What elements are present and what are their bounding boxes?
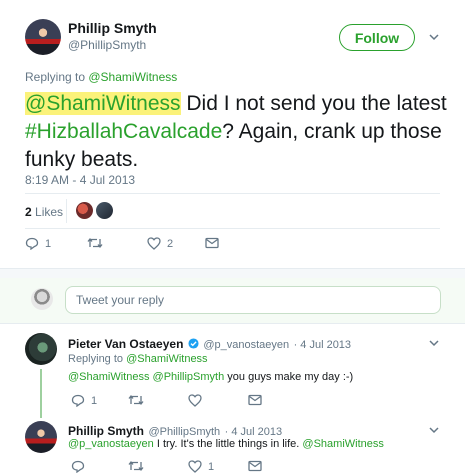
envelope-icon xyxy=(205,237,219,249)
thread-line xyxy=(40,369,42,418)
heart-icon xyxy=(188,394,202,407)
replying-handle-link[interactable]: @ShamiWitness xyxy=(88,70,177,84)
like-count: 2 xyxy=(167,237,174,250)
envelope-icon xyxy=(248,460,262,472)
tweet-text-part2: ? Again, crank up those xyxy=(222,120,442,143)
reply-author-name[interactable]: Phillip Smyth xyxy=(68,424,144,438)
liker-avatar[interactable] xyxy=(96,202,113,219)
reply-text-body: I try. It's the little things in life. xyxy=(153,438,303,450)
reply-icon xyxy=(25,237,39,250)
retweet-icon xyxy=(87,237,103,249)
dm-action[interactable] xyxy=(248,394,262,406)
reply-author-avatar[interactable] xyxy=(25,333,57,365)
reply-action[interactable]: 1 xyxy=(25,237,51,250)
current-user-avatar xyxy=(31,288,53,310)
retweet-action[interactable] xyxy=(128,394,144,406)
replying-handle-link[interactable]: @ShamiWitness xyxy=(126,353,207,365)
mention-link[interactable]: @ShamiWitness xyxy=(68,371,149,383)
replying-to: Replying to @ShamiWitness xyxy=(25,70,177,84)
author-handle[interactable]: @PhillipSmyth xyxy=(68,38,146,52)
like-action[interactable]: 1 xyxy=(188,460,214,473)
likes-label: Likes xyxy=(31,205,64,219)
chevron-down-icon[interactable] xyxy=(429,426,439,434)
tweet-text-part3: funky beats. xyxy=(25,148,139,171)
mention-link[interactable]: @ShamiWitness xyxy=(302,438,383,450)
chevron-down-icon[interactable] xyxy=(429,339,439,347)
tweet-timestamp[interactable]: 8:19 AM - 4 Jul 2013 xyxy=(25,173,135,187)
reply-author-handle[interactable]: @PhillipSmyth xyxy=(148,426,220,438)
dm-action[interactable] xyxy=(205,237,219,249)
tweet-text-part1: Did I not send you the latest xyxy=(180,92,447,115)
replying-prefix: Replying to xyxy=(68,353,127,365)
reply-count: 1 xyxy=(91,394,98,407)
like-count: 1 xyxy=(208,460,215,473)
mention-link[interactable]: @PhillipSmyth xyxy=(153,371,225,383)
reply-input[interactable]: Tweet your reply xyxy=(65,286,441,314)
reply-text-body: you guys make my day :-) xyxy=(224,371,354,383)
verified-badge-icon xyxy=(188,338,199,349)
heart-icon xyxy=(147,237,161,250)
follow-button[interactable]: Follow xyxy=(339,24,415,51)
like-action[interactable]: 2 xyxy=(147,237,173,250)
reply-author-avatar[interactable] xyxy=(25,421,57,453)
hashtag-link[interactable]: #HizballahCavalcade xyxy=(25,120,222,143)
heart-icon xyxy=(188,460,202,473)
reply-date[interactable]: · 4 Jul 2013 xyxy=(225,426,282,438)
dm-action[interactable] xyxy=(248,460,262,472)
divider xyxy=(66,199,67,223)
reply-header: Pieter Van Ostaeyen @p_vanostaeyen · 4 J… xyxy=(68,335,351,353)
retweet-action[interactable] xyxy=(87,237,109,249)
retweet-icon xyxy=(128,460,144,472)
divider xyxy=(25,228,440,229)
liker-avatar[interactable] xyxy=(76,202,93,219)
replying-prefix: Replying to xyxy=(25,70,89,84)
section-divider xyxy=(0,268,465,278)
reply-count: 1 xyxy=(45,237,52,250)
mention-link[interactable]: @p_vanostaeyen xyxy=(68,438,154,450)
reply-action[interactable]: 1 xyxy=(71,394,97,407)
reply-replying-to: Replying to @ShamiWitness xyxy=(68,353,208,365)
chevron-down-icon[interactable] xyxy=(429,33,439,41)
divider xyxy=(25,193,440,194)
likes-number: 2 xyxy=(25,205,32,219)
reply-date[interactable]: · 4 Jul 2013 xyxy=(294,339,351,351)
reply-author-handle[interactable]: @p_vanostaeyen xyxy=(203,339,289,351)
like-action[interactable] xyxy=(188,394,208,407)
retweet-icon xyxy=(128,394,144,406)
reply-text: @p_vanostaeyen I try. It's the little th… xyxy=(68,438,384,450)
author-name[interactable]: Phillip Smyth xyxy=(68,20,157,36)
reply-author-name[interactable]: Pieter Van Ostaeyen xyxy=(68,337,183,351)
retweet-action[interactable] xyxy=(128,460,144,472)
reply-text: @ShamiWitness @PhillipSmyth you guys mak… xyxy=(68,371,353,383)
reply-icon xyxy=(71,460,85,473)
reply-action[interactable] xyxy=(71,460,91,473)
author-avatar[interactable] xyxy=(25,19,61,55)
divider xyxy=(0,323,465,324)
likes-count[interactable]: 2 Likes xyxy=(25,205,63,219)
envelope-icon xyxy=(248,394,262,406)
mention-link[interactable]: @ShamiWitness xyxy=(25,92,181,115)
reply-icon xyxy=(71,394,85,407)
tweet-text: @ShamiWitness Did I not send you the lat… xyxy=(25,90,455,174)
